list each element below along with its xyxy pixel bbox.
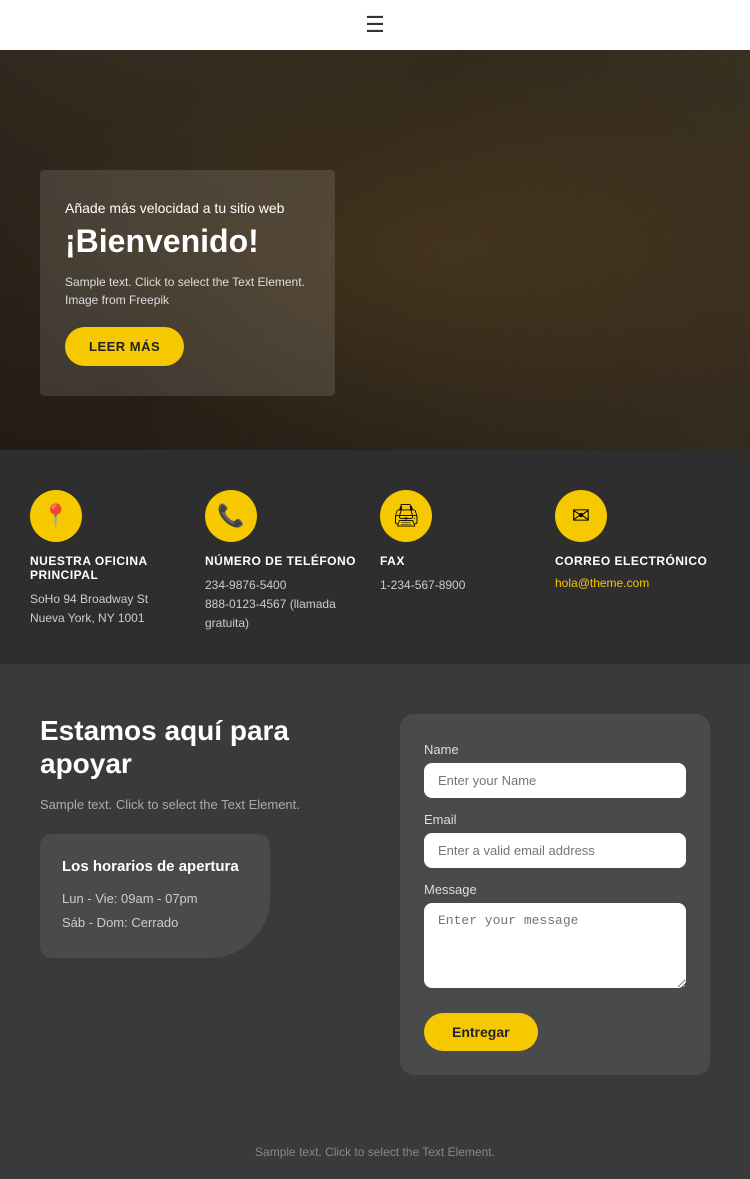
contact-form: Name Email Message Entregar <box>400 714 710 1075</box>
support-title: Estamos aquí para apoyar <box>40 714 360 781</box>
contact-item-email: ✉ CORREO ELECTRÓNICO hola@theme.com <box>555 490 720 634</box>
navbar: ☰ <box>0 0 750 50</box>
email-input[interactable] <box>424 833 686 868</box>
email-field-label: Email <box>424 812 686 827</box>
hours-title: Los horarios de apertura <box>62 858 248 875</box>
contact-item-office: 📍 NUESTRA OFICINA PRINCIPAL SoHo 94 Broa… <box>30 490 195 634</box>
footer-text: Sample text. Click to select the Text El… <box>0 1145 750 1159</box>
hours-box: Los horarios de apertura Lun - Vie: 09am… <box>40 834 270 958</box>
footer: Sample text. Click to select the Text El… <box>0 1115 750 1179</box>
fax-icon: 🖨 <box>380 490 432 542</box>
support-left-column: Estamos aquí para apoyar Sample text. Cl… <box>40 714 370 958</box>
email-icon: ✉ <box>555 490 607 542</box>
phone-icon: 📞 <box>205 490 257 542</box>
fax-label: FAX <box>380 554 405 568</box>
support-section: Estamos aquí para apoyar Sample text. Cl… <box>0 664 750 1115</box>
hamburger-icon[interactable]: ☰ <box>365 12 385 38</box>
contact-item-phone: 📞 NÚMERO DE TELÉFONO 234-9876-5400888-01… <box>205 490 370 634</box>
name-input[interactable] <box>424 763 686 798</box>
hero-subtitle: Añade más velocidad a tu sitio web <box>65 200 305 216</box>
hours-weekend: Sáb - Dom: Cerrado <box>62 911 248 934</box>
location-icon: 📍 <box>30 490 82 542</box>
form-group-name: Name <box>424 742 686 798</box>
email-link[interactable]: hola@theme.com <box>555 576 649 590</box>
message-label: Message <box>424 882 686 897</box>
support-description: Sample text. Click to select the Text El… <box>40 795 360 815</box>
phone-label: NÚMERO DE TELÉFONO <box>205 554 356 568</box>
name-label: Name <box>424 742 686 757</box>
contact-section: 📍 NUESTRA OFICINA PRINCIPAL SoHo 94 Broa… <box>0 450 750 664</box>
message-textarea[interactable] <box>424 903 686 988</box>
submit-button[interactable]: Entregar <box>424 1013 538 1051</box>
hero-description: Sample text. Click to select the Text El… <box>65 273 305 309</box>
form-group-email: Email <box>424 812 686 868</box>
email-label: CORREO ELECTRÓNICO <box>555 554 707 568</box>
form-group-message: Message <box>424 882 686 993</box>
contact-item-fax: 🖨 FAX 1-234-567-8900 <box>380 490 545 634</box>
phone-value: 234-9876-5400888-0123-4567 (llamada grat… <box>205 576 370 634</box>
office-value: SoHo 94 Broadway StNueva York, NY 1001 <box>30 590 148 628</box>
hero-read-more-button[interactable]: LEER MÁS <box>65 327 184 366</box>
fax-value: 1-234-567-8900 <box>380 576 465 595</box>
hero-title: ¡Bienvenido! <box>65 224 305 259</box>
hours-weekday: Lun - Vie: 09am - 07pm <box>62 887 248 910</box>
hero-content-box: Añade más velocidad a tu sitio web ¡Bien… <box>40 170 335 396</box>
hero-section: Añade más velocidad a tu sitio web ¡Bien… <box>0 50 750 450</box>
office-label: NUESTRA OFICINA PRINCIPAL <box>30 554 195 582</box>
